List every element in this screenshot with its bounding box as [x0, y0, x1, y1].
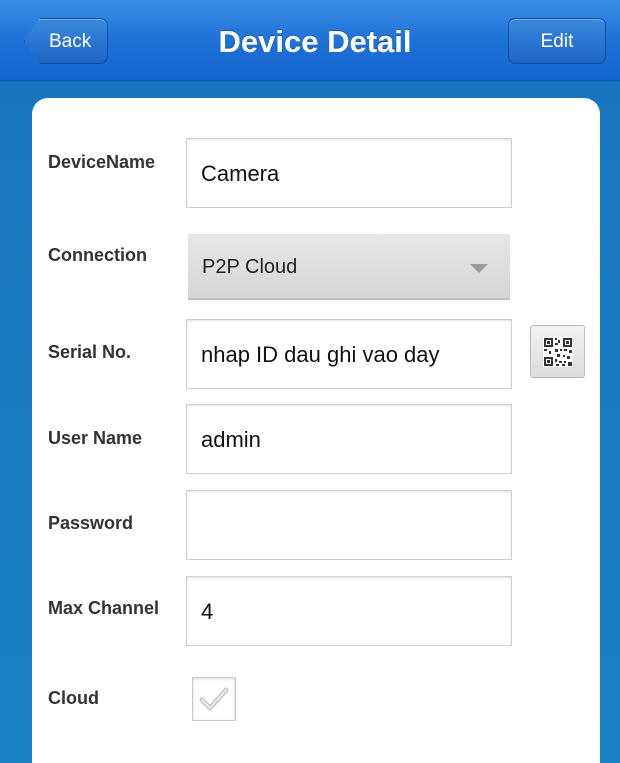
- qr-scan-button[interactable]: [530, 325, 585, 378]
- page-title: Device Detail: [218, 24, 412, 59]
- password-input[interactable]: [186, 490, 512, 560]
- connection-selected-value: P2P Cloud: [202, 256, 298, 278]
- user-name-label: User Name: [48, 428, 143, 448]
- serial-no-input[interactable]: nhap ID dau ghi vao day: [186, 319, 512, 389]
- max-channel-input[interactable]: 4: [186, 576, 512, 646]
- cloud-checkbox[interactable]: [192, 677, 236, 721]
- qr-code-icon: [542, 336, 573, 367]
- top-bar: Back Device Detail Edit: [0, 0, 620, 81]
- back-button[interactable]: Back: [24, 18, 108, 64]
- edit-button[interactable]: Edit: [508, 18, 606, 64]
- edit-button-label: Edit: [540, 31, 574, 52]
- device-name-input[interactable]: Camera: [186, 138, 512, 208]
- connection-label: Connection: [48, 245, 147, 265]
- user-name-input[interactable]: admin: [186, 404, 512, 474]
- cloud-label: Cloud: [48, 688, 99, 708]
- device-detail-screen: Back Device Detail Edit DeviceName Camer…: [0, 0, 620, 763]
- connection-select[interactable]: P2P Cloud: [188, 234, 510, 300]
- device-name-label: DeviceName: [48, 152, 156, 172]
- password-label: Password: [48, 513, 134, 533]
- back-button-label: Back: [49, 31, 92, 52]
- serial-no-label: Serial No.: [48, 342, 132, 362]
- check-icon: [199, 687, 229, 711]
- max-channel-label: Max Channel: [48, 598, 160, 618]
- chevron-down-icon: [470, 264, 488, 273]
